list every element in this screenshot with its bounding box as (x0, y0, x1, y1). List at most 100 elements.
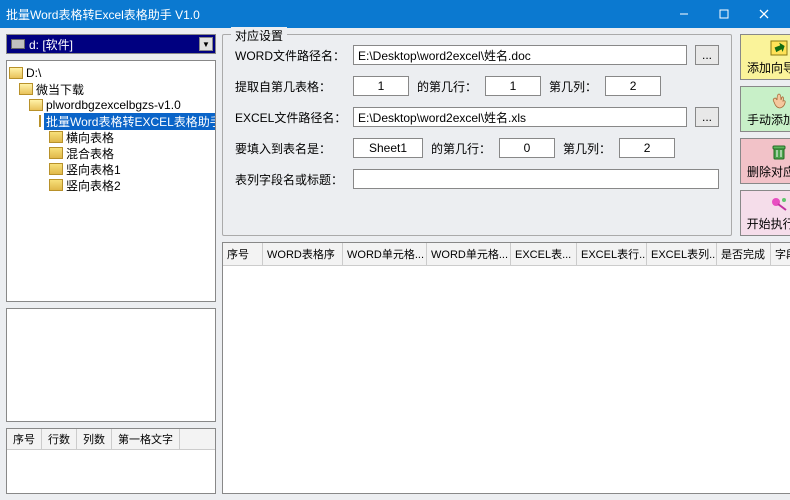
extract-col-label: 第几列： (549, 78, 597, 95)
top-row: 对应设置 WORD文件路径名： E:\Desktop\word2excel\姓名… (222, 34, 790, 236)
tree-node[interactable]: 微当下载 (9, 81, 213, 97)
drive-select[interactable]: d: [软件] ▼ (6, 34, 216, 54)
mini-table-header: 序号行数列数第一格文字 (7, 429, 215, 450)
field-row: 表列字段名或标题： (235, 169, 719, 189)
grid-col-header[interactable]: 是否完成 (717, 243, 771, 265)
excel-path-input[interactable]: E:\Desktop\word2excel\姓名.xls (353, 107, 687, 127)
word-path-input[interactable]: E:\Desktop\word2excel\姓名.doc (353, 45, 687, 65)
right-panel: 对应设置 WORD文件路径名： E:\Desktop\word2excel\姓名… (222, 34, 790, 494)
add-guide-label: 添加向导(B) (747, 59, 790, 76)
run-icon (768, 194, 790, 214)
fill-row-input[interactable]: 0 (499, 138, 555, 158)
tree-node[interactable]: 竖向表格2 (9, 177, 213, 193)
drive-icon (11, 39, 25, 49)
folder-icon (49, 179, 63, 191)
window-title: 批量Word表格转Excel表格助手 V1.0 (6, 6, 664, 23)
sheet-label: 要填入到表名是： (235, 140, 345, 157)
window-buttons (664, 0, 784, 28)
file-list[interactable] (6, 308, 216, 422)
manual-add-button[interactable]: 手动添加(A) (740, 86, 790, 132)
field-label: 表列字段名或标题： (235, 171, 345, 188)
folder-icon (49, 131, 63, 143)
extract-table-input[interactable]: 1 (353, 76, 409, 96)
extract-row-label: 的第几行： (417, 78, 477, 95)
field-input[interactable] (353, 169, 719, 189)
tree-node-label: plwordbgzexcelbgzs-v1.0 (46, 98, 181, 112)
grid-header: 序号WORD表格序WORD单元格...WORD单元格...EXCEL表...EX… (223, 243, 790, 266)
maximize-icon (719, 9, 729, 19)
mini-col-header[interactable]: 第一格文字 (112, 429, 180, 449)
fill-col-label: 第几列： (563, 140, 611, 157)
extract-row: 提取自第几表格： 1 的第几行： 1 第几列： 2 (235, 76, 719, 96)
folder-icon (49, 163, 63, 175)
left-panel: d: [软件] ▼ D:\微当下载plwordbgzexcelbgzs-v1.0… (6, 34, 216, 494)
close-button[interactable] (744, 0, 784, 28)
maximize-button[interactable] (704, 0, 744, 28)
fill-row-label: 的第几行： (431, 140, 491, 157)
tree-node-label: 批量Word表格转EXCEL表格助手 v1 (44, 113, 216, 130)
close-icon (759, 9, 769, 19)
grid-col-header[interactable]: WORD单元格... (343, 243, 427, 265)
word-path-label: WORD文件路径名： (235, 47, 345, 64)
action-buttons: 添加向导(B) 手动添加(A) 删除对应(K) (740, 34, 790, 236)
mapping-grid[interactable]: 序号WORD表格序WORD单元格...WORD单元格...EXCEL表...EX… (222, 242, 790, 494)
tree-node-label: 混合表格 (66, 145, 114, 162)
grid-col-header[interactable]: WORD单元格... (427, 243, 511, 265)
folder-icon (19, 83, 33, 95)
tree-node[interactable]: plwordbgzexcelbgzs-v1.0 (9, 97, 213, 113)
sheet-input[interactable]: Sheet1 (353, 138, 423, 158)
mini-col-header[interactable]: 列数 (77, 429, 112, 449)
fill-col-input[interactable]: 2 (619, 138, 675, 158)
extract-table-label: 提取自第几表格： (235, 78, 345, 95)
tree-node[interactable]: 横向表格 (9, 129, 213, 145)
titlebar: 批量Word表格转Excel表格助手 V1.0 (0, 0, 790, 28)
folder-icon (49, 147, 63, 159)
excel-path-row: EXCEL文件路径名： E:\Desktop\word2excel\姓名.xls… (235, 107, 719, 127)
drive-label: d: [软件] (29, 36, 73, 53)
chevron-down-icon: ▼ (199, 37, 213, 51)
tree-node-label: D:\ (26, 66, 41, 80)
add-guide-button[interactable]: 添加向导(B) (740, 34, 790, 80)
folder-tree[interactable]: D:\微当下载plwordbgzexcelbgzs-v1.0批量Word表格转E… (6, 60, 216, 302)
tree-node-label: 微当下载 (36, 81, 84, 98)
settings-legend: 对应设置 (231, 27, 287, 44)
mini-col-header[interactable]: 行数 (42, 429, 77, 449)
tree-node[interactable]: 竖向表格1 (9, 161, 213, 177)
folder-icon (9, 67, 23, 79)
tree-node[interactable]: D:\ (9, 65, 213, 81)
excel-path-browse-button[interactable]: ... (695, 107, 719, 127)
grid-col-header[interactable]: EXCEL表... (511, 243, 577, 265)
trash-icon (768, 142, 790, 162)
settings-group: 对应设置 WORD文件路径名： E:\Desktop\word2excel\姓名… (222, 34, 732, 236)
manual-add-label: 手动添加(A) (747, 111, 790, 128)
tree-node[interactable]: 批量Word表格转EXCEL表格助手 v1 (9, 113, 213, 129)
delete-map-label: 删除对应(K) (747, 163, 790, 180)
tree-node-label: 竖向表格2 (66, 177, 121, 194)
extract-row-input[interactable]: 1 (485, 76, 541, 96)
grid-col-header[interactable]: 字段名 (771, 243, 790, 265)
sheet-row: 要填入到表名是： Sheet1 的第几行： 0 第几列： 2 (235, 138, 719, 158)
grid-col-header[interactable]: EXCEL表列... (647, 243, 717, 265)
minimize-button[interactable] (664, 0, 704, 28)
delete-map-button[interactable]: 删除对应(K) (740, 138, 790, 184)
run-button[interactable]: 开始执行(D) (740, 190, 790, 236)
word-path-browse-button[interactable]: ... (695, 45, 719, 65)
word-path-row: WORD文件路径名： E:\Desktop\word2excel\姓名.doc … (235, 45, 719, 65)
minimize-icon (679, 9, 689, 19)
arrow-sign-icon (768, 38, 790, 58)
tree-node-label: 竖向表格1 (66, 161, 121, 178)
grid-col-header[interactable]: WORD表格序 (263, 243, 343, 265)
folder-icon (29, 99, 43, 111)
tree-node-label: 横向表格 (66, 129, 114, 146)
app-body: d: [软件] ▼ D:\微当下载plwordbgzexcelbgzs-v1.0… (0, 28, 790, 500)
mini-col-header[interactable]: 序号 (7, 429, 42, 449)
extract-col-input[interactable]: 2 (605, 76, 661, 96)
grid-col-header[interactable]: 序号 (223, 243, 263, 265)
excel-path-label: EXCEL文件路径名： (235, 109, 345, 126)
folder-icon (39, 115, 41, 127)
mini-table[interactable]: 序号行数列数第一格文字 (6, 428, 216, 494)
hand-icon (768, 90, 790, 110)
run-label: 开始执行(D) (747, 215, 790, 232)
tree-node[interactable]: 混合表格 (9, 145, 213, 161)
grid-col-header[interactable]: EXCEL表行... (577, 243, 647, 265)
